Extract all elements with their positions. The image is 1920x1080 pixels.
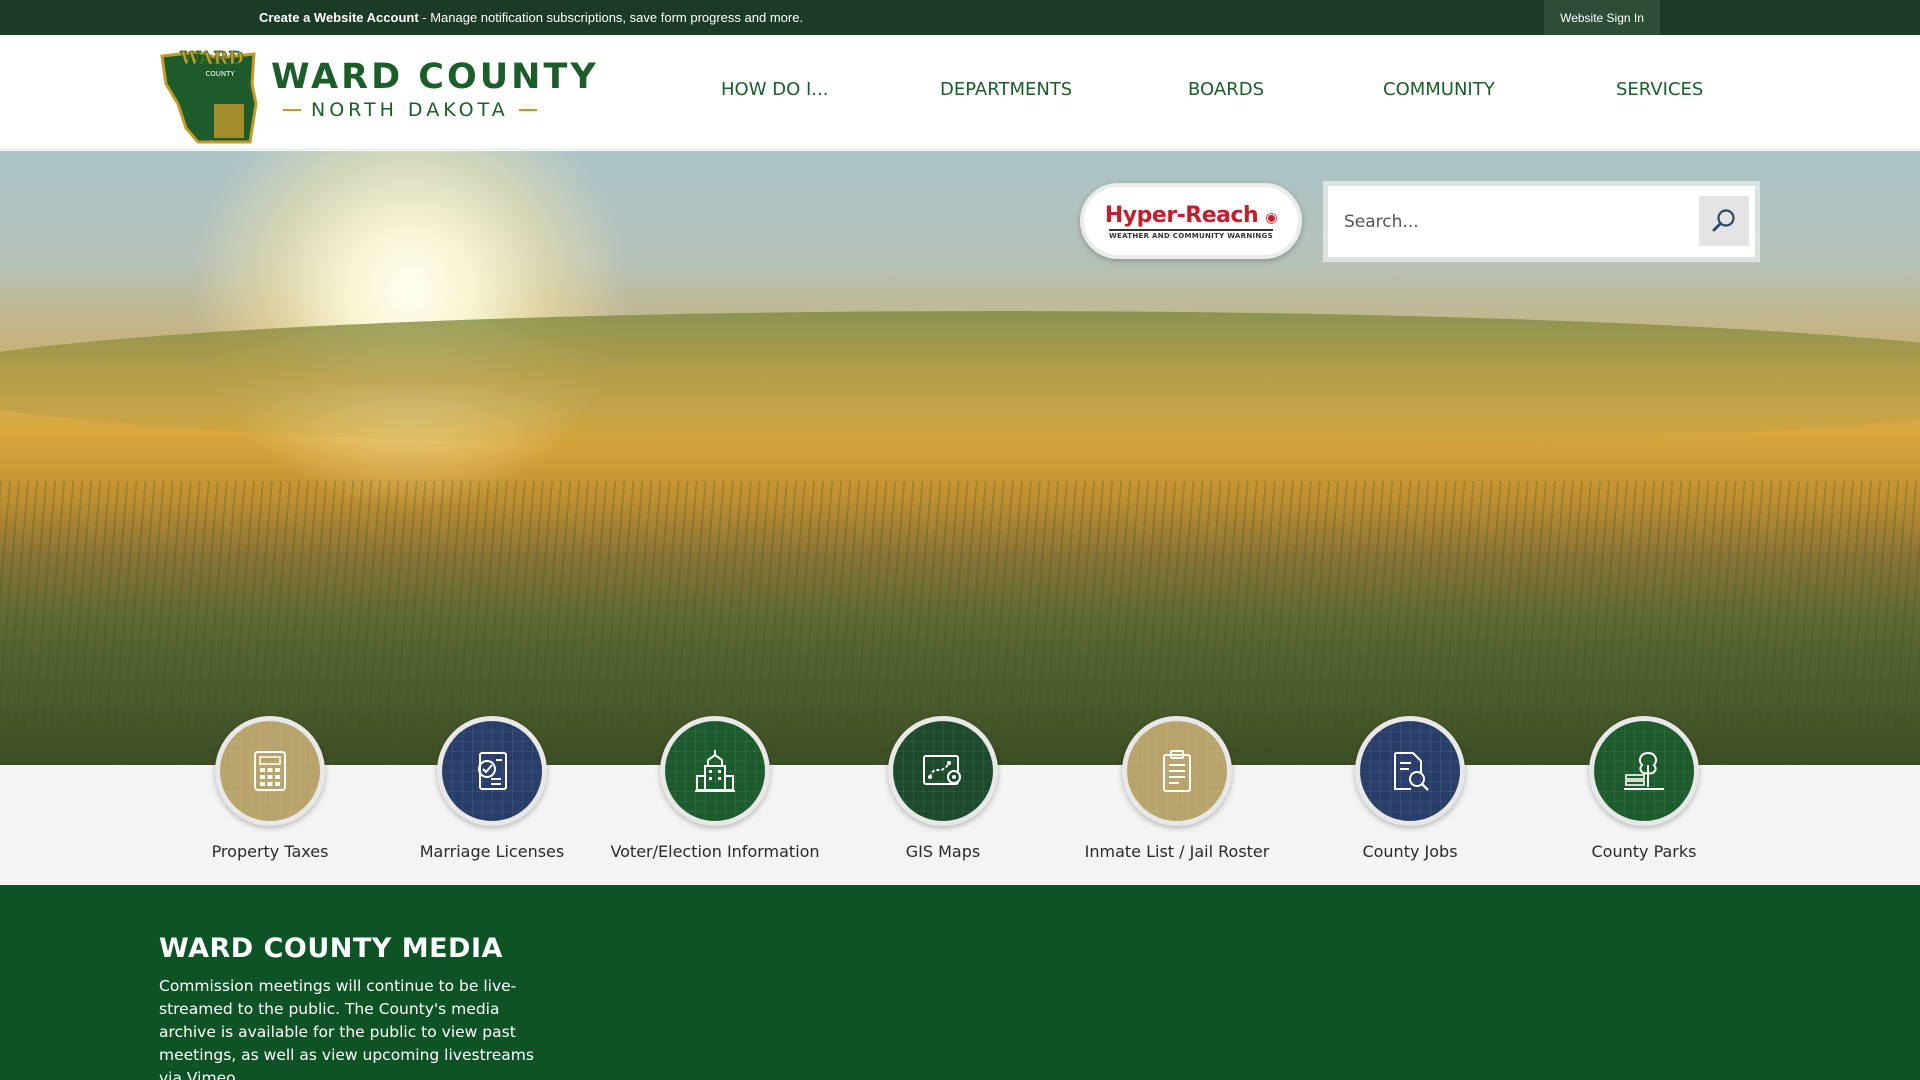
- clipboard-icon: [1163, 750, 1191, 792]
- media-title: WARD COUNTY MEDIA: [159, 933, 503, 964]
- brand-subtitle-row: NORTH DAKOTA: [271, 99, 599, 121]
- media-section: WARD COUNTY MEDIA Commission meetings wi…: [0, 885, 1920, 1080]
- nav-how-do-i[interactable]: HOW DO I...: [721, 79, 828, 100]
- nav-boards[interactable]: BOARDS: [1188, 79, 1264, 100]
- search-box: [1323, 181, 1760, 262]
- quick-link-marriage-licenses[interactable]: Marriage Licenses: [382, 716, 602, 861]
- brand-title-block[interactable]: WARD COUNTY NORTH DAKOTA: [271, 57, 599, 121]
- hero-hills: [0, 311, 1920, 451]
- website-sign-in-button[interactable]: Website Sign In: [1544, 0, 1660, 35]
- tree-bench-icon: [1624, 751, 1664, 790]
- create-account-link[interactable]: Create a Website Account: [259, 10, 419, 25]
- brand-title: WARD COUNTY: [271, 57, 599, 97]
- nav-community[interactable]: COMMUNITY: [1383, 79, 1495, 100]
- utility-bar: Create a Website Account - Manage notifi…: [0, 0, 1920, 35]
- hyper-reach-title: Hyper-Reach ◉: [1104, 202, 1278, 228]
- hyper-reach-tagline: WEATHER AND COMMUNITY WARNINGS: [1109, 228, 1273, 240]
- document-search-icon: [1394, 752, 1429, 791]
- nav-services[interactable]: SERVICES: [1616, 79, 1703, 100]
- quick-link-label: County Parks: [1591, 842, 1697, 861]
- quick-link-label: Marriage Licenses: [419, 842, 565, 861]
- quick-link-county-parks[interactable]: County Parks: [1534, 716, 1754, 861]
- account-notice: Create a Website Account - Manage notifi…: [259, 10, 803, 25]
- quick-link-label: GIS Maps: [905, 842, 981, 861]
- site-header: WARD COUNTY WARD COUNTY NORTH DAKOTA HOW…: [0, 35, 1920, 150]
- quick-link-label: County Jobs: [1362, 842, 1458, 861]
- quick-link-county-jobs[interactable]: County Jobs: [1300, 716, 1520, 861]
- divider-dash: [518, 109, 537, 111]
- map-pin-icon: [923, 755, 961, 785]
- quick-link-voter-election[interactable]: Voter/Election Information: [605, 716, 825, 861]
- media-description: Commission meetings will continue to be …: [159, 977, 534, 1080]
- search-input[interactable]: [1344, 208, 1664, 236]
- hyper-reach-button[interactable]: Hyper-Reach ◉ WEATHER AND COMMUNITY WARN…: [1080, 183, 1302, 259]
- broadcast-icon: ◉: [1265, 209, 1278, 226]
- quick-link-gis-maps[interactable]: GIS Maps: [833, 716, 1053, 861]
- magnifier-icon: [1712, 209, 1735, 232]
- brand-subtitle: NORTH DAKOTA: [311, 99, 509, 121]
- checklist-icon: [478, 752, 507, 790]
- quick-link-inmate-list[interactable]: Inmate List / Jail Roster: [1067, 716, 1287, 861]
- quick-link-label: Property Taxes: [211, 842, 329, 861]
- svg-text:WARD: WARD: [179, 48, 244, 69]
- calculator-icon: [254, 751, 286, 791]
- nav-departments[interactable]: DEPARTMENTS: [940, 79, 1072, 100]
- search-button[interactable]: [1699, 196, 1749, 246]
- building-icon: [695, 750, 735, 792]
- hero-banner: Hyper-Reach ◉ WEATHER AND COMMUNITY WARN…: [0, 151, 1920, 765]
- ward-county-logo[interactable]: WARD COUNTY: [158, 44, 266, 146]
- quick-link-property-taxes[interactable]: Property Taxes: [160, 716, 380, 861]
- divider-dash: [283, 109, 301, 111]
- quick-link-label: Voter/Election Information: [610, 842, 820, 861]
- quick-link-label: Inmate List / Jail Roster: [1084, 842, 1270, 861]
- svg-text:COUNTY: COUNTY: [205, 70, 235, 78]
- account-notice-text: - Manage notification subscriptions, sav…: [418, 10, 804, 25]
